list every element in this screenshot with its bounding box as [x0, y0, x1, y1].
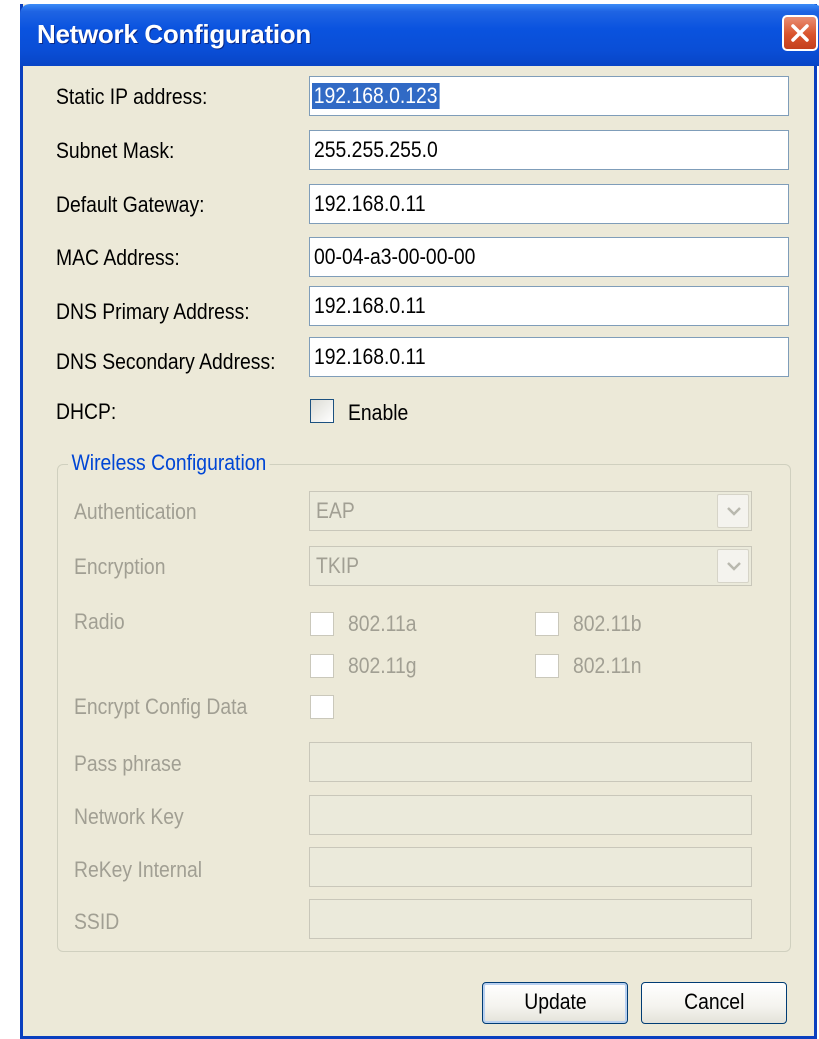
update-button[interactable]: Update	[482, 982, 628, 1024]
network-key-label: Network Key	[74, 804, 184, 829]
close-icon	[791, 24, 809, 42]
mac-address-label: MAC Address:	[56, 245, 180, 270]
dns-primary-value: 192.168.0.11	[314, 293, 426, 318]
encryption-select[interactable]: TKIP	[309, 546, 752, 586]
update-button-label: Update	[523, 989, 587, 1014]
radio-802-11a-checkbox[interactable]	[310, 612, 334, 636]
wireless-configuration-legend: Wireless Configuration	[68, 450, 270, 476]
dns-secondary-value: 192.168.0.11	[314, 344, 426, 369]
static-ip-value: 192.168.0.123	[312, 83, 440, 109]
chevron-down-icon	[727, 507, 741, 516]
rekey-internal-input[interactable]	[309, 847, 752, 887]
default-gateway-label: Default Gateway:	[56, 192, 205, 217]
subnet-mask-value: 255.255.255.0	[314, 137, 438, 162]
mac-address-value: 00-04-a3-00-00-00	[314, 244, 476, 269]
dns-primary-label: DNS Primary Address:	[56, 299, 250, 324]
encrypt-config-data-checkbox[interactable]	[310, 695, 334, 719]
radio-802-11b-checkbox[interactable]	[535, 612, 559, 636]
mac-address-input[interactable]: 00-04-a3-00-00-00	[309, 237, 789, 277]
cancel-button[interactable]: Cancel	[641, 982, 787, 1024]
rekey-internal-label: ReKey Internal	[74, 857, 203, 882]
radio-802-11b-label: 802.11b	[573, 611, 642, 636]
window-title: Network Configuration	[37, 19, 311, 49]
default-gateway-value: 192.168.0.11	[314, 191, 426, 216]
dns-primary-input[interactable]: 192.168.0.11	[309, 286, 789, 326]
cancel-button-label: Cancel	[683, 989, 745, 1014]
pass-phrase-input[interactable]	[309, 742, 752, 782]
static-ip-label: Static IP address:	[56, 84, 208, 109]
network-configuration-dialog: Network Configuration Static IP address:…	[20, 4, 819, 1039]
radio-802-11g-checkbox[interactable]	[310, 654, 334, 678]
close-button[interactable]	[782, 15, 818, 51]
network-key-input[interactable]	[309, 795, 752, 835]
radio-802-11n-checkbox[interactable]	[535, 654, 559, 678]
radio-label: Radio	[74, 609, 125, 634]
subnet-mask-label: Subnet Mask:	[56, 138, 175, 163]
ssid-label: SSID	[74, 909, 120, 934]
pass-phrase-label: Pass phrase	[74, 751, 182, 776]
encryption-label: Encryption	[74, 554, 166, 579]
ssid-input[interactable]	[309, 899, 752, 939]
dns-secondary-label: DNS Secondary Address:	[56, 349, 276, 374]
radio-802-11n-label: 802.11n	[573, 653, 642, 678]
dhcp-label: DHCP:	[56, 399, 117, 424]
dns-secondary-input[interactable]: 192.168.0.11	[309, 337, 789, 377]
encryption-dropdown-button[interactable]	[717, 549, 749, 583]
chevron-down-icon	[727, 562, 741, 571]
dhcp-enable-label: Enable	[348, 400, 409, 425]
static-ip-input[interactable]: 192.168.0.123	[309, 76, 789, 116]
default-gateway-input[interactable]: 192.168.0.11	[309, 184, 789, 224]
encryption-value: TKIP	[316, 553, 360, 578]
subnet-mask-input[interactable]: 255.255.255.0	[309, 130, 789, 170]
dhcp-enable-checkbox[interactable]	[310, 399, 334, 423]
authentication-dropdown-button[interactable]	[717, 494, 749, 528]
title-bar[interactable]: Network Configuration	[20, 4, 819, 66]
authentication-select[interactable]: EAP	[309, 491, 752, 531]
encrypt-config-data-label: Encrypt Config Data	[74, 694, 248, 719]
authentication-value: EAP	[316, 498, 355, 523]
authentication-label: Authentication	[74, 499, 197, 524]
radio-802-11a-label: 802.11a	[348, 611, 417, 636]
radio-802-11g-label: 802.11g	[348, 653, 417, 678]
